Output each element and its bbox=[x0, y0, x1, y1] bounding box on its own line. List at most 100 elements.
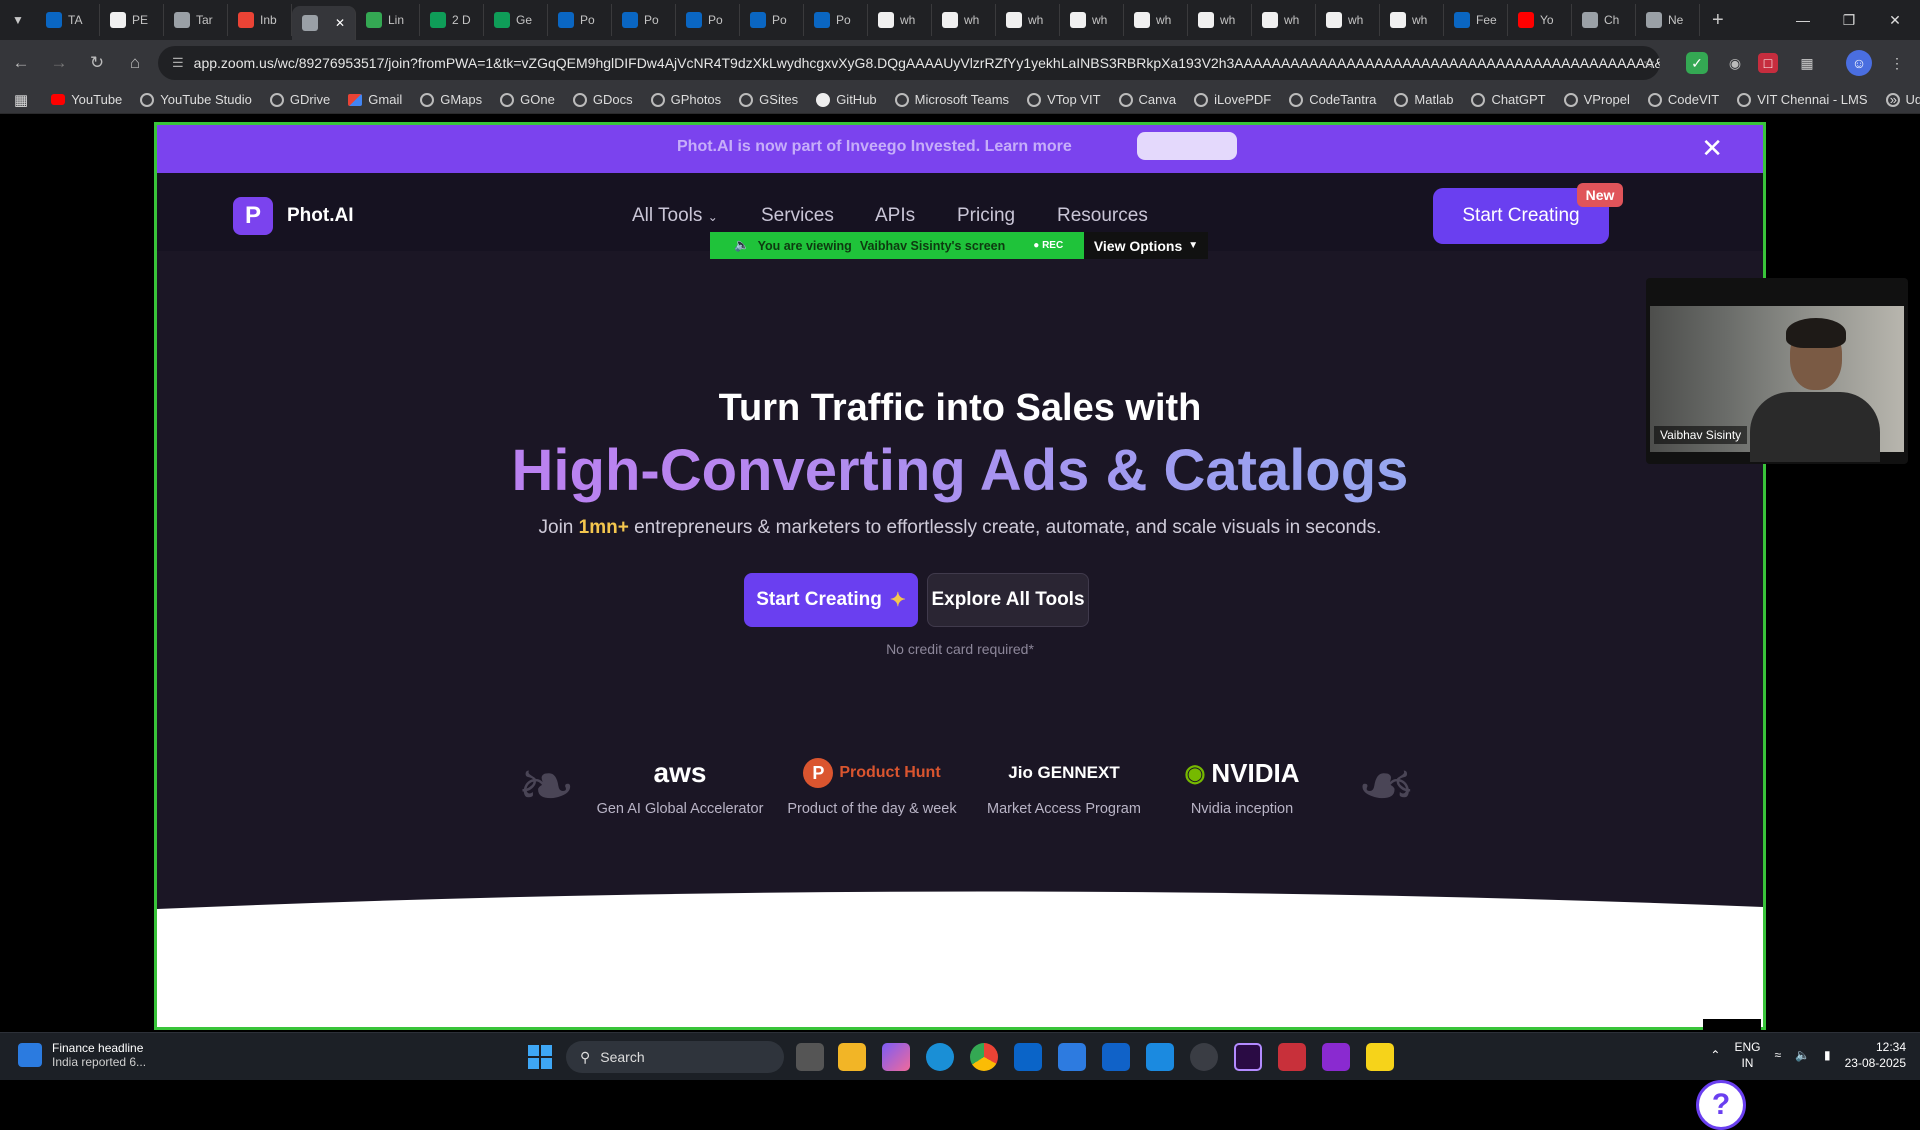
bookmark-item[interactable]: YouTube bbox=[42, 92, 131, 107]
language-indicator[interactable]: ENG IN bbox=[1734, 1039, 1760, 1071]
sticky-notes-icon[interactable] bbox=[1366, 1043, 1394, 1071]
nav-pricing[interactable]: Pricing bbox=[957, 205, 1015, 227]
more-bookmarks-icon[interactable]: » bbox=[1881, 92, 1906, 107]
nav-resources[interactable]: Resources bbox=[1057, 205, 1148, 227]
browser-tab[interactable]: Po bbox=[804, 4, 868, 36]
browser-tab[interactable]: wh bbox=[1060, 4, 1124, 36]
browser-tab[interactable]: Fee bbox=[1444, 4, 1508, 36]
close-tab-icon[interactable]: ✕ bbox=[335, 16, 345, 30]
browser-tab[interactable]: Po bbox=[548, 4, 612, 36]
reload-icon[interactable]: ↻ bbox=[80, 46, 114, 80]
shield-extension-icon[interactable]: ✓ bbox=[1686, 52, 1708, 74]
premiere-icon[interactable] bbox=[1234, 1043, 1262, 1071]
volume-icon[interactable]: 🔈 bbox=[1795, 1048, 1810, 1062]
browser-tab[interactable]: wh bbox=[932, 4, 996, 36]
browser-tab[interactable]: wh bbox=[1124, 4, 1188, 36]
browser-tab[interactable]: ✕ bbox=[292, 6, 356, 40]
bookmark-item[interactable]: CodeTantra bbox=[1280, 92, 1385, 107]
browser-tab[interactable]: wh bbox=[1316, 4, 1380, 36]
camera-extension-icon[interactable]: ◉ bbox=[1722, 50, 1748, 76]
bookmark-star-icon[interactable]: ☆ bbox=[1636, 50, 1662, 76]
browser-tab[interactable]: Po bbox=[676, 4, 740, 36]
help-question-icon[interactable]: ? bbox=[1696, 1080, 1746, 1130]
browser-tab[interactable]: Ch bbox=[1572, 4, 1636, 36]
profile-avatar-icon[interactable]: ☺ bbox=[1846, 50, 1872, 76]
settings-icon[interactable] bbox=[1190, 1043, 1218, 1071]
bookmark-item[interactable]: GOne bbox=[491, 92, 564, 107]
browser-tab[interactable]: Tar bbox=[164, 4, 228, 36]
minimize-icon[interactable]: — bbox=[1780, 0, 1826, 40]
snipping-icon[interactable] bbox=[1278, 1043, 1306, 1071]
battery-icon[interactable]: ▮ bbox=[1824, 1048, 1831, 1062]
back-icon[interactable]: ← bbox=[4, 46, 38, 80]
site-info-icon[interactable]: ☰ bbox=[172, 55, 184, 71]
vscode-icon[interactable] bbox=[1146, 1043, 1174, 1071]
close-icon[interactable]: ✕ bbox=[1701, 133, 1723, 164]
browser-tab[interactable]: wh bbox=[1380, 4, 1444, 36]
bookmark-item[interactable]: Microsoft Teams bbox=[886, 92, 1018, 107]
browser-tab[interactable]: PE bbox=[100, 4, 164, 36]
browser-tab[interactable]: TA bbox=[36, 4, 100, 36]
close-window-icon[interactable]: ✕ bbox=[1872, 0, 1918, 40]
bookmark-item[interactable]: CodeVIT bbox=[1639, 92, 1728, 107]
edge-icon[interactable] bbox=[926, 1043, 954, 1071]
clock[interactable]: 12:34 23-08-2025 bbox=[1845, 1039, 1906, 1071]
nav-apis[interactable]: APIs bbox=[875, 205, 915, 227]
promo-button[interactable] bbox=[1137, 132, 1237, 160]
extensions-puzzle-icon[interactable]: ▦ bbox=[1794, 50, 1820, 76]
bookmark-item[interactable]: GitHub bbox=[807, 92, 885, 107]
browser-tab[interactable]: wh bbox=[996, 4, 1060, 36]
bookmark-item[interactable]: VPropel bbox=[1555, 92, 1639, 107]
bookmark-item[interactable]: Gmail bbox=[339, 92, 411, 107]
pocket-extension-icon[interactable]: □ bbox=[1758, 53, 1778, 73]
bookmark-item[interactable]: GPhotos bbox=[642, 92, 731, 107]
copilot-icon[interactable] bbox=[882, 1043, 910, 1071]
browser-tab[interactable]: Ge bbox=[484, 4, 548, 36]
taskbar-search[interactable]: ⚲ Search bbox=[566, 1041, 784, 1073]
windows-start-icon[interactable] bbox=[528, 1045, 552, 1069]
browser-tab[interactable]: wh bbox=[1252, 4, 1316, 36]
tab-search-chevron-icon[interactable]: ▼ bbox=[0, 0, 36, 40]
address-bar[interactable]: ☰ app.zoom.us/wc/89276953517/join?fromPW… bbox=[158, 46, 1660, 80]
bookmark-item[interactable]: Canva bbox=[1110, 92, 1186, 107]
forward-icon[interactable]: → bbox=[42, 46, 76, 80]
bookmark-item[interactable]: GDrive bbox=[261, 92, 339, 107]
bookmark-item[interactable]: iLovePDF bbox=[1185, 92, 1280, 107]
browser-tab[interactable]: Inb bbox=[228, 4, 292, 36]
explore-all-tools-button[interactable]: Explore All Tools bbox=[927, 573, 1089, 627]
browser-tab[interactable]: Ne bbox=[1636, 4, 1700, 36]
browser-menu-icon[interactable]: ⋮ bbox=[1884, 50, 1910, 76]
bookmark-item[interactable]: ChatGPT bbox=[1462, 92, 1554, 107]
browser-tab[interactable]: wh bbox=[1188, 4, 1252, 36]
nav-services[interactable]: Services bbox=[761, 205, 834, 227]
view-options-button[interactable]: View Options ▼ bbox=[1084, 232, 1208, 259]
site-logo[interactable]: P Phot.AI bbox=[233, 197, 354, 235]
apps-grid-icon[interactable]: ▦ bbox=[0, 91, 42, 109]
browser-tab[interactable]: Po bbox=[740, 4, 804, 36]
browser-tab[interactable]: 2 D bbox=[420, 4, 484, 36]
browser-tab[interactable]: wh bbox=[868, 4, 932, 36]
browser-tab[interactable]: Po bbox=[612, 4, 676, 36]
start-creating-button[interactable]: Start Creating ✦ bbox=[744, 573, 918, 627]
bookmark-item[interactable]: GMaps bbox=[411, 92, 491, 107]
home-icon[interactable]: ⌂ bbox=[118, 46, 152, 80]
bookmark-item[interactable]: VIT Chennai - LMS bbox=[1728, 92, 1876, 107]
bookmark-item[interactable]: GDocs bbox=[564, 92, 642, 107]
file-explorer-icon[interactable] bbox=[838, 1043, 866, 1071]
outlook-icon[interactable] bbox=[1014, 1043, 1042, 1071]
new-tab-button[interactable]: + bbox=[1700, 9, 1736, 32]
chevron-up-icon[interactable]: ⌃ bbox=[1710, 1048, 1720, 1062]
nav-all-tools[interactable]: All Tools ⌄ bbox=[632, 205, 718, 227]
chrome-icon[interactable] bbox=[970, 1043, 998, 1071]
calculator-icon[interactable] bbox=[1102, 1043, 1130, 1071]
restore-icon[interactable]: ❐ bbox=[1826, 0, 1872, 40]
news-widget[interactable]: Finance headline India reported 6... bbox=[18, 1041, 146, 1069]
bookmark-item[interactable]: YouTube Studio bbox=[131, 92, 261, 107]
wifi-icon[interactable]: ≈ bbox=[1774, 1048, 1781, 1062]
browser-tab[interactable]: Yo bbox=[1508, 4, 1572, 36]
onenote-icon[interactable] bbox=[1322, 1043, 1350, 1071]
bookmark-item[interactable]: GSites bbox=[730, 92, 807, 107]
participant-video-tile[interactable]: Vaibhav Sisinty bbox=[1646, 278, 1908, 464]
store-icon[interactable] bbox=[1058, 1043, 1086, 1071]
bookmark-item[interactable]: Matlab bbox=[1385, 92, 1462, 107]
